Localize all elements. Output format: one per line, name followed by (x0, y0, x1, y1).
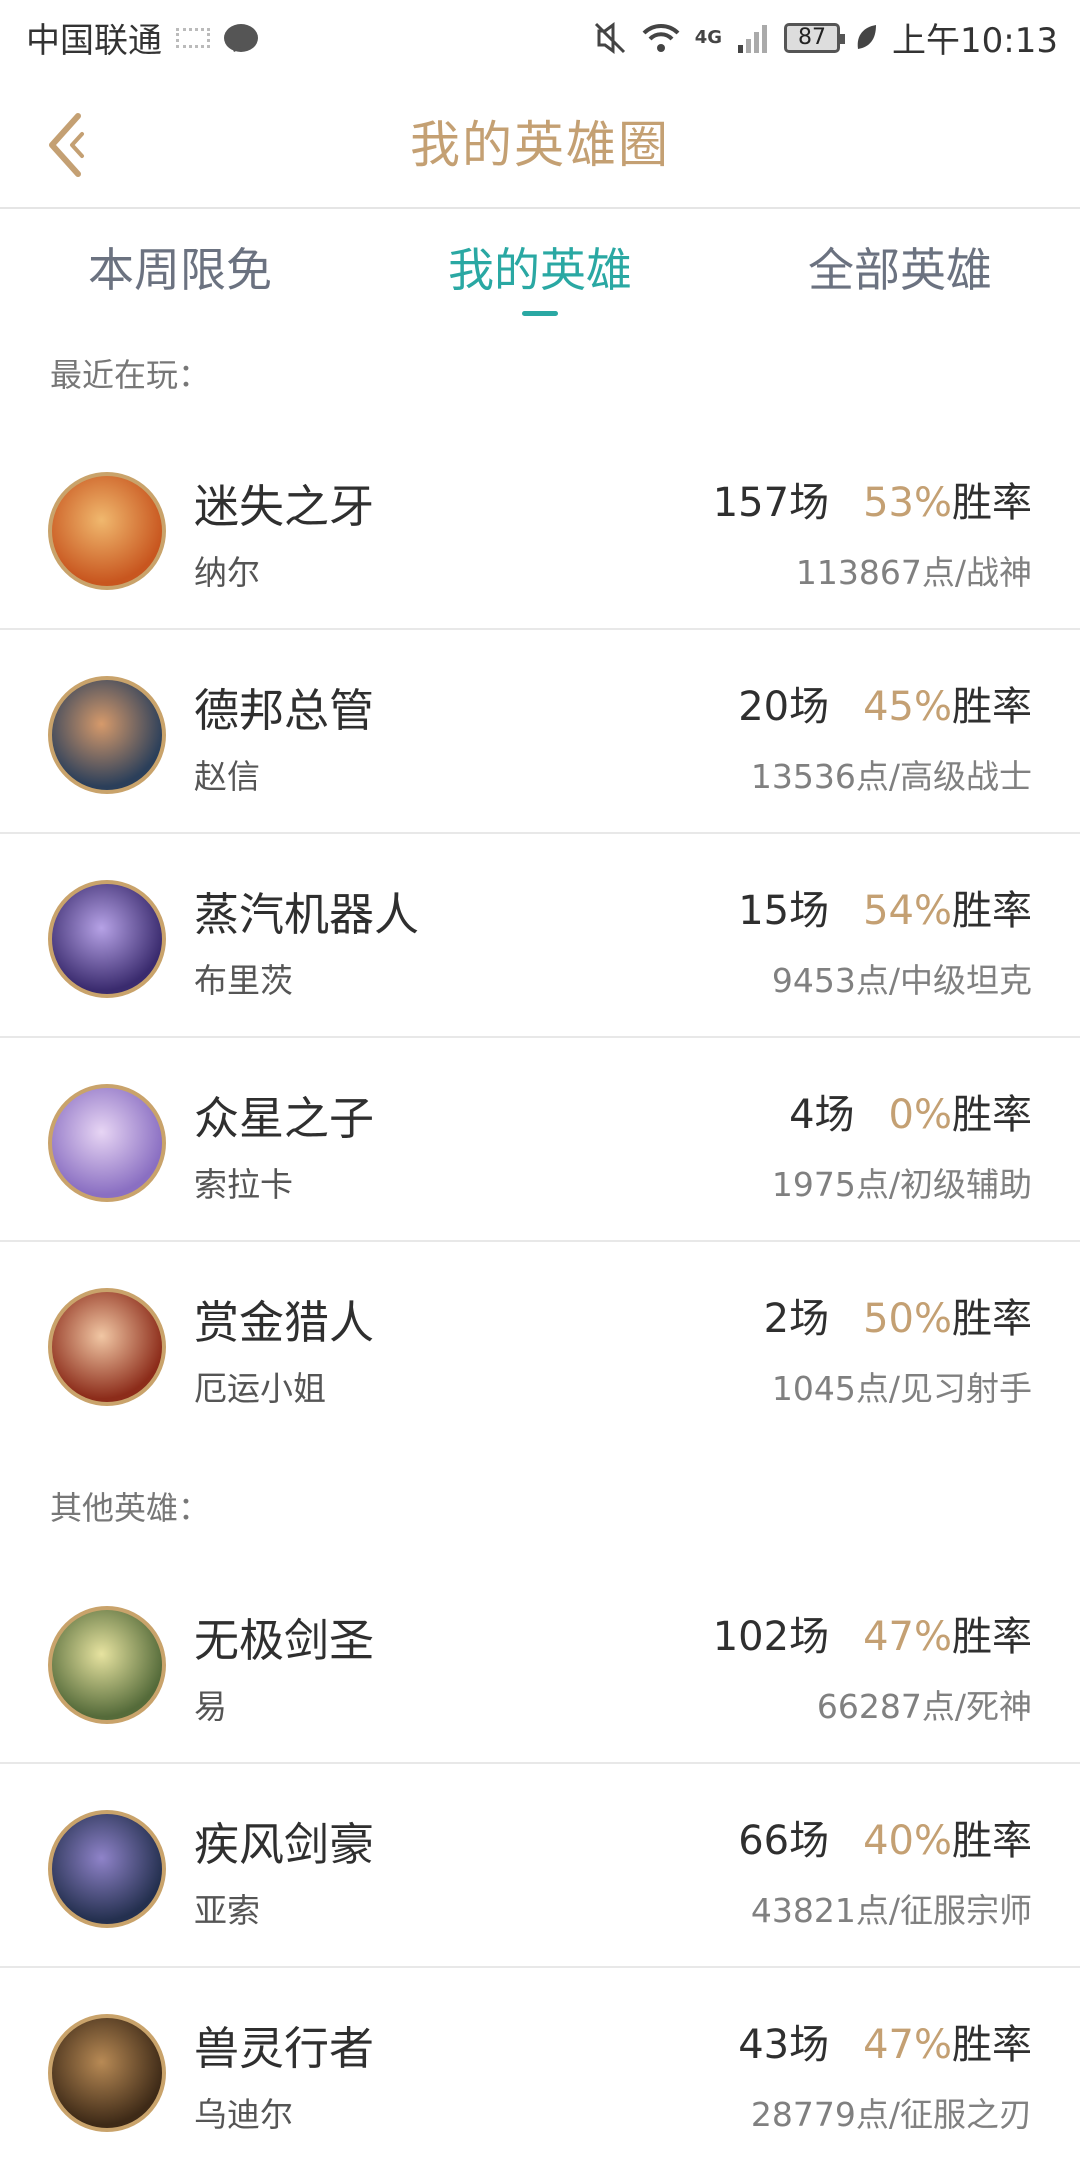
hero-winrate-suffix: 胜率 (952, 684, 1032, 730)
battery-icon: 87 (784, 22, 846, 53)
hero-winrate: 47% (863, 2022, 952, 2068)
hero-winrate: 40% (863, 1818, 952, 1864)
hero-winrate-suffix: 胜率 (952, 2022, 1032, 2068)
hero-stats: 102场 47%胜率 (713, 1604, 1032, 1662)
signal-icon (176, 27, 210, 48)
signal-strength-icon (738, 24, 768, 53)
status-left: 中国联通 (26, 13, 258, 62)
hero-games: 43场 (738, 2022, 830, 2068)
tab-weekly-free[interactable]: 本周限免 (0, 209, 360, 324)
hero-winrate-suffix: 胜率 (952, 480, 1032, 526)
hero-points: 1045点/见习射手 (771, 1369, 1032, 1408)
hero-subname: 厄运小姐 (194, 1369, 326, 1408)
hero-stats: 20场 45%胜率 (738, 674, 1032, 732)
hero-points: 1975点/初级辅助 (771, 1165, 1032, 1204)
hero-avatar (48, 1606, 166, 1724)
hero-games: 15场 (738, 888, 830, 934)
wifi-icon (642, 23, 680, 52)
hero-name: 众星之子 (194, 1092, 375, 1145)
hero-subname: 乌迪尔 (194, 2095, 293, 2134)
recent-hero-list: 迷失之牙 纳尔 157场 53%胜率 113867点/战神 德邦总管 赵信 20场… (0, 426, 1080, 1446)
hero-winrate: 54% (863, 888, 952, 934)
hero-subname: 亚索 (194, 1891, 260, 1930)
hero-subname: 索拉卡 (194, 1165, 293, 1204)
hero-subname: 易 (194, 1687, 227, 1726)
hero-points: 9453点/中级坦克 (771, 961, 1032, 1000)
clock: 上午10:13 (892, 21, 1058, 61)
hero-winrate-suffix: 胜率 (952, 1818, 1032, 1864)
hero-avatar (48, 1810, 166, 1928)
back-arrow-icon (49, 113, 84, 177)
hero-winrate-suffix: 胜率 (952, 1614, 1032, 1660)
hero-row[interactable]: 疾风剑豪 亚索 66场 40%胜率 43821点/征服宗师 (0, 1764, 1080, 1968)
hero-avatar (48, 2014, 166, 2132)
network-label: 4G (694, 27, 723, 48)
app-header: 我的英雄圈 (0, 75, 1080, 209)
hero-games: 20场 (738, 684, 830, 730)
leaf-icon (857, 24, 877, 49)
hero-name: 蒸汽机器人 (194, 888, 420, 941)
mute-icon (594, 21, 625, 54)
hero-stats: 66场 40%胜率 (738, 1808, 1032, 1866)
hero-winrate: 47% (863, 1614, 952, 1660)
hero-avatar (48, 472, 166, 590)
hero-avatar (48, 1084, 166, 1202)
hero-subname: 赵信 (194, 757, 260, 796)
hero-row[interactable]: 无极剑圣 易 102场 47%胜率 66287点/死神 (0, 1560, 1080, 1764)
back-button[interactable] (36, 105, 96, 185)
hero-subname: 纳尔 (194, 553, 260, 592)
tab-all-heroes[interactable]: 全部英雄 (720, 209, 1080, 324)
hero-winrate: 50% (863, 1296, 952, 1342)
section-recent-label: 最近在玩： (50, 356, 211, 394)
hero-subname: 布里茨 (194, 961, 293, 1000)
hero-row[interactable]: 德邦总管 赵信 20场 45%胜率 13536点/高级战士 (0, 630, 1080, 834)
hero-games: 157场 (712, 480, 830, 526)
hero-winrate-suffix: 胜率 (952, 1296, 1032, 1342)
hero-avatar (48, 676, 166, 794)
hero-winrate: 53% (863, 480, 952, 526)
hero-name: 赏金猎人 (194, 1296, 375, 1349)
battery-level: 87 (798, 25, 827, 50)
section-other-label: 其他英雄： (50, 1489, 211, 1527)
carrier-label: 中国联通 (26, 21, 162, 61)
hero-row[interactable]: 兽灵行者 乌迪尔 43场 47%胜率 28779点/征服之刃 (0, 1968, 1080, 2172)
tab-bar: 本周限免 我的英雄 全部英雄 (0, 209, 1080, 324)
hero-games: 4场 (789, 1092, 855, 1138)
hero-points: 113867点/战神 (795, 553, 1032, 592)
hero-stats: 43场 47%胜率 (738, 2012, 1032, 2070)
hero-points: 66287点/死神 (816, 1687, 1032, 1726)
hero-stats: 2场 50%胜率 (764, 1286, 1032, 1344)
page-title: 我的英雄圈 (410, 116, 670, 174)
hero-points: 43821点/征服宗师 (750, 1891, 1032, 1930)
hero-points: 13536点/高级战士 (750, 757, 1032, 796)
hero-name: 兽灵行者 (194, 2022, 375, 2075)
hero-winrate-suffix: 胜率 (952, 888, 1032, 934)
hero-row[interactable]: 赏金猎人 厄运小姐 2场 50%胜率 1045点/见习射手 (0, 1242, 1080, 1446)
hero-name: 德邦总管 (194, 684, 375, 737)
tab-my-heroes[interactable]: 我的英雄 (360, 209, 720, 324)
hero-name: 无极剑圣 (194, 1614, 375, 1667)
message-icon (224, 23, 258, 52)
status-right: 4G 87 上午10:13 (593, 13, 1058, 62)
hero-winrate: 45% (863, 684, 952, 730)
hero-avatar (48, 1288, 166, 1406)
hero-winrate-suffix: 胜率 (952, 1092, 1032, 1138)
hero-winrate: 0% (888, 1092, 952, 1138)
hero-games: 2场 (763, 1296, 830, 1342)
status-bar: 中国联通 4G 87 上午10:13 (0, 0, 1080, 75)
hero-stats: 15场 54%胜率 (738, 878, 1032, 936)
hero-row[interactable]: 众星之子 索拉卡 4场 0%胜率 1975点/初级辅助 (0, 1038, 1080, 1242)
hero-stats: 157场 53%胜率 (713, 470, 1032, 528)
hero-avatar (48, 880, 166, 998)
other-hero-list: 无极剑圣 易 102场 47%胜率 66287点/死神 疾风剑豪 亚索 66场 40… (0, 1560, 1080, 2172)
hero-row[interactable]: 蒸汽机器人 布里茨 15场 54%胜率 9453点/中级坦克 (0, 834, 1080, 1038)
hero-stats: 4场 0%胜率 (789, 1082, 1032, 1140)
hero-games: 66场 (738, 1818, 830, 1864)
hero-row[interactable]: 迷失之牙 纳尔 157场 53%胜率 113867点/战神 (0, 426, 1080, 630)
hero-name: 迷失之牙 (194, 480, 375, 533)
hero-points: 28779点/征服之刃 (750, 2095, 1032, 2134)
hero-name: 疾风剑豪 (194, 1818, 375, 1871)
hero-games: 102场 (712, 1614, 830, 1660)
